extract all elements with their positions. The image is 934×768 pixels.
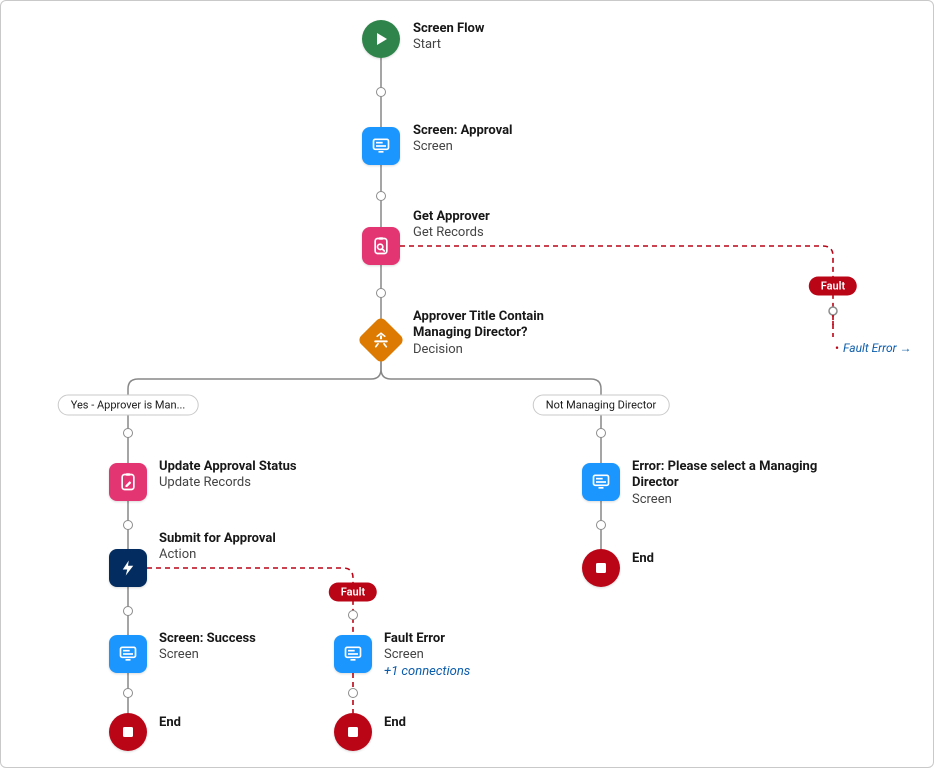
get-approver-title: Get Approver (413, 209, 490, 225)
goto-bullet: • (835, 341, 839, 355)
get-approver-sub: Get Records (413, 225, 490, 241)
start-node[interactable] (362, 20, 400, 58)
submit-approval-node[interactable] (109, 549, 147, 587)
screen-success-node[interactable] (109, 635, 147, 673)
update-status-node[interactable] (109, 463, 147, 501)
decision-node[interactable] (362, 321, 400, 359)
screen-approval-sub: Screen (413, 139, 513, 155)
update-status-sub: Update Records (159, 475, 297, 491)
error-screen-title: Error: Please select a Managing Director (632, 459, 862, 492)
goto-fault-error-link[interactable]: Fault Error → (843, 341, 912, 355)
get-approver-node[interactable] (362, 227, 400, 265)
fault-error-sub: Screen (384, 647, 470, 663)
screen-success-sub: Screen (159, 647, 256, 663)
end2-title: End (384, 715, 406, 731)
end-node-1[interactable] (109, 713, 147, 751)
submit-title: Submit for Approval (159, 531, 276, 547)
fault-pill-get[interactable]: Fault (809, 277, 857, 296)
fault-error-title: Fault Error (384, 631, 470, 647)
error-screen-node[interactable] (582, 463, 620, 501)
branch-no-pill[interactable]: Not Managing Director (533, 395, 670, 416)
branch-yes-pill[interactable]: Yes - Approver is Man... (58, 395, 199, 416)
decision-title: Approver Title Contain Managing Director… (413, 309, 613, 342)
end-node-2[interactable] (334, 713, 372, 751)
screen-approval-node[interactable] (362, 127, 400, 165)
screen-approval-title: Screen: Approval (413, 123, 513, 139)
submit-sub: Action (159, 547, 276, 563)
fault-error-node[interactable] (334, 635, 372, 673)
flow-canvas[interactable]: Screen Flow Start Screen: Approval Scree… (0, 0, 934, 768)
end3-title: End (632, 551, 654, 567)
error-screen-sub: Screen (632, 492, 862, 508)
start-title: Screen Flow (413, 21, 484, 37)
goto-label: Fault Error (843, 341, 897, 355)
screen-success-title: Screen: Success (159, 631, 256, 647)
fault-error-extra: +1 connections (384, 664, 470, 680)
fault-pill-submit[interactable]: Fault (329, 583, 377, 602)
arrow-right-icon: → (900, 341, 912, 355)
end1-title: End (159, 715, 181, 731)
end-node-3[interactable] (582, 549, 620, 587)
start-sub: Start (413, 37, 484, 53)
decision-sub: Decision (413, 342, 613, 358)
update-status-title: Update Approval Status (159, 459, 297, 475)
